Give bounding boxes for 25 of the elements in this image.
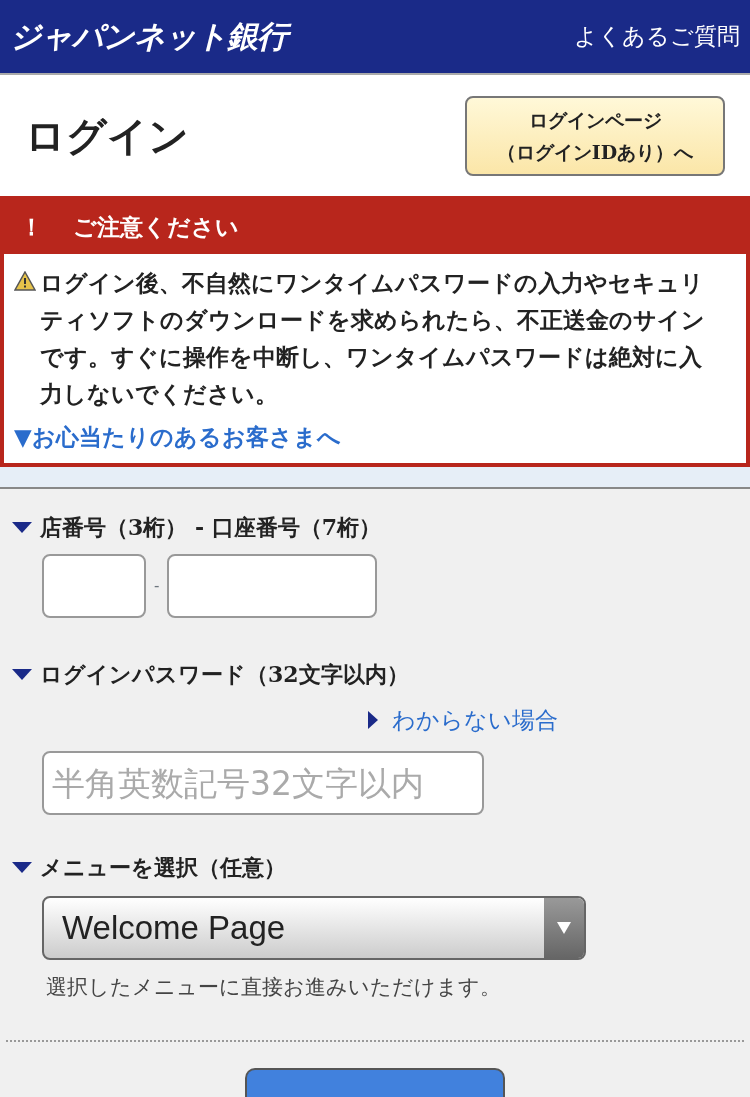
field-label: 店番号（3桁） - 口座番号（7桁） — [40, 512, 382, 542]
submit-button[interactable] — [245, 1067, 505, 1097]
help-link[interactable]: わからない場合 — [392, 702, 558, 737]
branch-number-field[interactable] — [42, 553, 146, 618]
alert-mark: ！ — [20, 211, 43, 242]
alert-title: ご注意ください — [73, 211, 239, 242]
account-number-field[interactable] — [167, 553, 378, 618]
dropdown-icon — [557, 922, 571, 934]
field-label: ログインパスワード（32文字以内） — [40, 659, 409, 689]
warning-icon — [14, 271, 36, 291]
bank-logo: ジャパンネット銀行 — [10, 15, 295, 58]
arrow-icon — [368, 710, 378, 729]
password-field[interactable]: 半角英数記号32文字以内 — [42, 751, 484, 815]
separator-text: - — [154, 574, 160, 597]
menu-note: 選択したメニューに直接お進みいただけます。 — [46, 974, 502, 1001]
affected-customers-link[interactable]: ▼お心当たりのあるお客さまへ — [4, 412, 341, 463]
field-label: メニューを選択（任意） — [40, 853, 286, 882]
triangle-icon — [12, 521, 32, 533]
triangle-icon — [12, 668, 32, 680]
page-title: ログイン — [25, 111, 189, 160]
triangle-icon — [12, 862, 32, 873]
menu-select[interactable]: Welcome Page — [42, 896, 586, 960]
faq-link[interactable]: よくあるご質問 — [574, 19, 740, 54]
login-page-button[interactable]: ログインページ （ログインIDあり）へ — [465, 95, 725, 176]
warning-message: ログイン後、不自然にワンタイムパスワードの入力やセキュリティソフトのダウンロードを求められたら、不正送金のサインです。すぐに操作を中断し、ワンタイムパスワードは絶対に入力しないでください。 — [40, 268, 706, 409]
